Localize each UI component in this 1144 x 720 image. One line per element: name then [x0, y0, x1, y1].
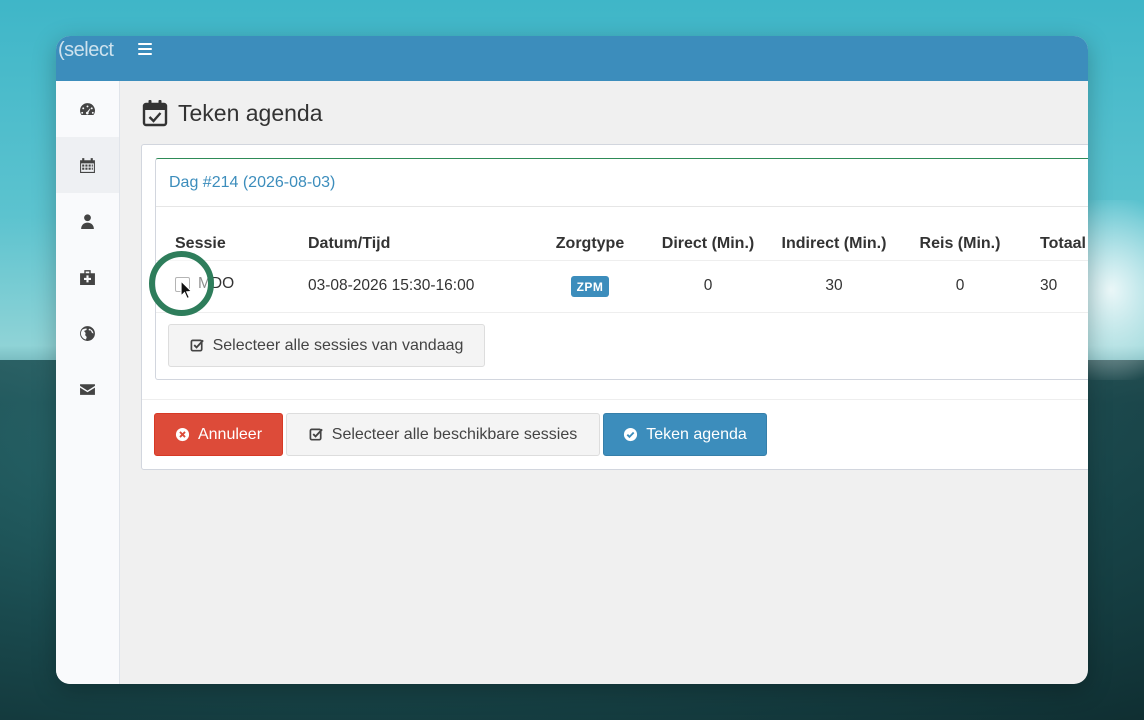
session-reis: 0	[894, 260, 1026, 313]
day-panel: Dag #214 (2026-08-03) Sessie Datum/Tijd …	[155, 158, 1088, 380]
select-all-label: Selecteer alle beschikbare sessies	[331, 425, 578, 443]
session-indirect: 30	[774, 260, 894, 313]
col-zorgtype: Zorgtype	[538, 228, 642, 261]
top-navbar: (select	[56, 36, 1088, 81]
main-content: Teken agenda Dag #214 (2026-08-03) Sessi…	[121, 81, 1088, 684]
zorgtype-badge: ZPM	[570, 275, 610, 297]
user-icon	[81, 213, 94, 229]
sidebar-item-calendar[interactable]	[56, 137, 119, 193]
session-direct: 0	[642, 260, 774, 313]
col-datum-tijd: Datum/Tijd	[308, 228, 538, 261]
sessions-table: Sessie Datum/Tijd Zorgtype Direct (Min.)…	[156, 228, 1088, 313]
app-logo[interactable]: (select	[58, 39, 114, 62]
sidebar-item-user[interactable]	[56, 193, 119, 249]
globe-icon	[80, 325, 95, 341]
sign-agenda-button[interactable]: Teken agenda	[603, 413, 767, 456]
col-indirect: Indirect (Min.)	[774, 228, 894, 261]
box-footer-divider	[142, 399, 1088, 400]
sign-agenda-box: Dag #214 (2026-08-03) Sessie Datum/Tijd …	[141, 144, 1088, 470]
cancel-label: Annuleer	[197, 425, 263, 443]
sign-agenda-label: Teken agenda	[646, 425, 747, 443]
sidebar-item-globe[interactable]	[56, 305, 119, 361]
sidebar-item-dashboard[interactable]	[56, 81, 119, 137]
mouse-cursor-icon	[180, 280, 193, 300]
day-header[interactable]: Dag #214 (2026-08-03)	[156, 159, 1088, 207]
table-row: MDO 03-08-2026 15:30-16:00 ZPM 0 30 0 30	[156, 260, 1088, 313]
col-reis: Reis (Min.)	[894, 228, 1026, 261]
sidebar-item-medkit[interactable]	[56, 249, 119, 305]
check-circle-icon	[624, 427, 638, 442]
sidebar-item-mail[interactable]	[56, 361, 119, 417]
select-today-button[interactable]: Selecteer alle sessies van vandaag	[168, 324, 485, 367]
app-window: (select Teken agenda Dag #214 (2026-08-0…	[56, 36, 1088, 684]
calendar-icon	[80, 157, 95, 173]
select-all-button[interactable]: Selecteer alle beschikbare sessies	[286, 413, 600, 456]
col-totaal: Totaal (	[1026, 228, 1088, 261]
session-datetime: 03-08-2026 15:30-16:00	[308, 260, 538, 313]
col-direct: Direct (Min.)	[642, 228, 774, 261]
cancel-button[interactable]: Annuleer	[154, 413, 283, 456]
menu-toggle-icon[interactable]	[138, 43, 152, 55]
page-title: Teken agenda	[142, 99, 323, 127]
envelope-icon	[80, 383, 95, 395]
calendar-check-icon	[142, 100, 168, 127]
page-title-text: Teken agenda	[178, 99, 323, 126]
medkit-icon	[80, 269, 95, 285]
select-today-label: Selecteer alle sessies van vandaag	[212, 336, 464, 354]
times-circle-icon	[175, 427, 190, 442]
dashboard-icon	[80, 102, 95, 115]
check-square-icon	[190, 339, 204, 352]
session-totaal: 30	[1026, 260, 1088, 313]
table-header-row: Sessie Datum/Tijd Zorgtype Direct (Min.)…	[156, 228, 1088, 261]
check-square-icon	[309, 428, 323, 441]
sidebar	[56, 81, 120, 684]
